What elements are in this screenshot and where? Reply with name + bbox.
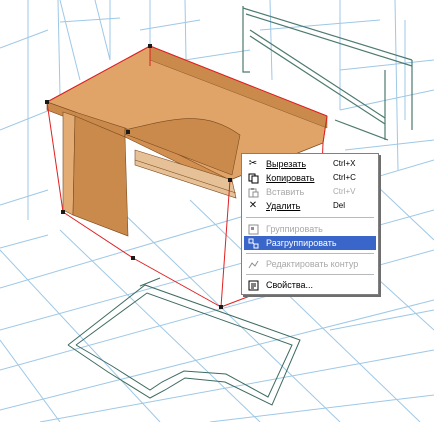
menu-item-label: Разгруппировать: [266, 238, 337, 248]
menu-item-delete[interactable]: ✕ Удалить Del: [244, 199, 376, 213]
properties-icon: [247, 279, 259, 291]
group-icon: [247, 223, 259, 235]
menu-item-label: Копировать: [266, 173, 315, 183]
menu-item-shortcut: Ctrl+C: [333, 173, 356, 182]
menu-item-shortcut: Ctrl+X: [333, 159, 356, 168]
menu-item-label: Удалить: [266, 201, 301, 211]
menu-item-paste[interactable]: Вставить Ctrl+V: [244, 185, 376, 199]
scissors-icon: ✂: [248, 158, 258, 169]
menu-separator: [246, 217, 374, 218]
copy-icon: [247, 172, 259, 184]
menu-item-cut[interactable]: ✂ Вырезать Ctrl+X: [244, 157, 376, 171]
menu-item-ungroup[interactable]: Разгруппировать: [244, 236, 376, 250]
menu-item-group[interactable]: Группировать: [244, 222, 376, 236]
menu-item-label: Вставить: [266, 187, 305, 197]
delete-x-icon: ✕: [248, 200, 258, 211]
menu-item-shortcut: Ctrl+V: [333, 187, 356, 196]
menu-item-label: Редактировать контур: [266, 259, 359, 269]
menu-item-shortcut: Del: [333, 201, 346, 210]
ungroup-icon: [247, 237, 259, 249]
menu-item-edit-contour[interactable]: Редактировать контур: [244, 257, 376, 271]
menu-separator: [246, 274, 374, 275]
menu-item-properties[interactable]: Свойства...: [244, 278, 376, 292]
menu-item-label: Свойства...: [266, 280, 314, 290]
menu-item-label: Вырезать: [266, 159, 307, 169]
menu-item-copy[interactable]: Копировать Ctrl+C: [244, 171, 376, 185]
paste-icon: [247, 186, 259, 198]
context-menu: ✂ Вырезать Ctrl+X Копировать Ctrl+C Вста…: [241, 153, 379, 295]
edit-contour-icon: [247, 258, 259, 270]
menu-separator: [246, 253, 374, 254]
menu-item-label: Группировать: [266, 224, 323, 234]
